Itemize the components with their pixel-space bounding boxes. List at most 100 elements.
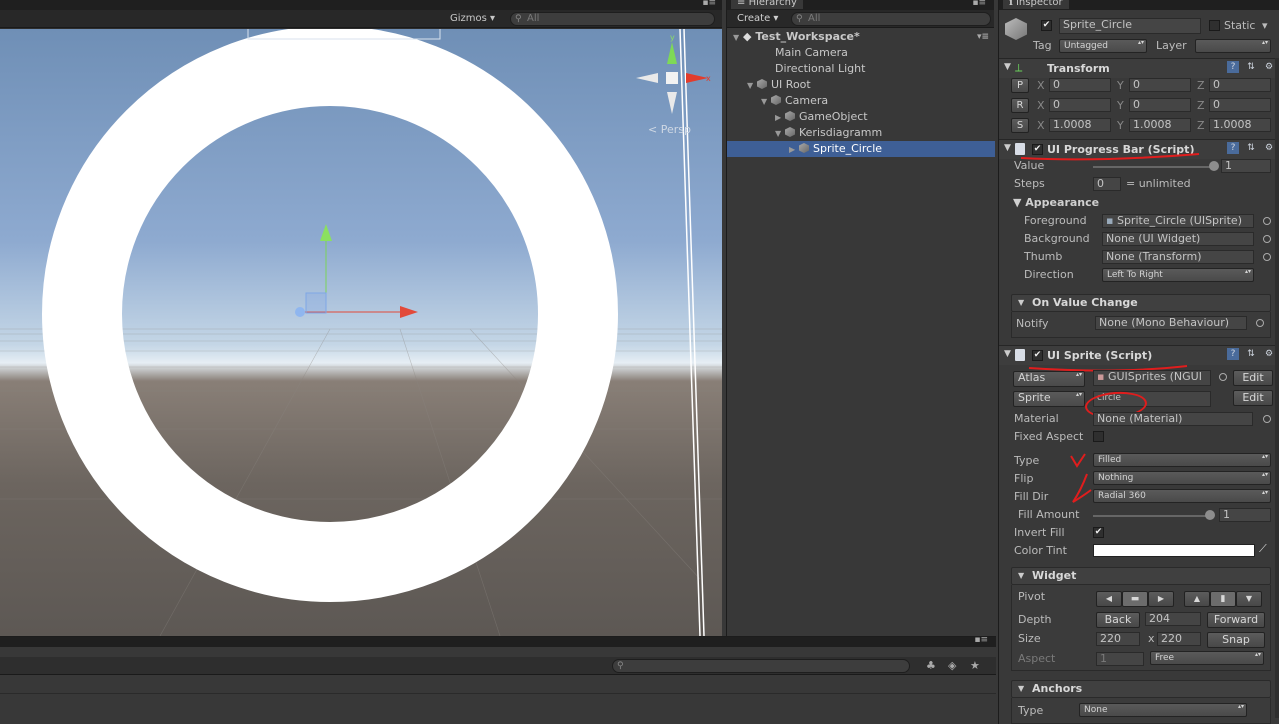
preset-icon[interactable]: ⇅ (1245, 61, 1257, 73)
object-name-field[interactable]: Sprite_Circle (1059, 18, 1201, 34)
panel-menu-icon[interactable]: ▪≡ (702, 0, 716, 8)
gear-icon[interactable]: ⚙ (1263, 348, 1275, 360)
size-height-field[interactable]: 220 (1157, 632, 1201, 646)
hierarchy-item-main-camera[interactable]: Main Camera (727, 45, 995, 61)
value-slider[interactable] (1093, 166, 1213, 168)
invert-fill-checkbox[interactable]: ✔ (1093, 527, 1104, 538)
foldout-arrow-icon[interactable]: ▼ (1004, 143, 1011, 153)
object-picker-icon[interactable] (1263, 253, 1271, 261)
persp-label[interactable]: < Persp (648, 123, 691, 136)
background-field[interactable]: None (UI Widget) (1102, 232, 1254, 246)
transform-y-field[interactable]: 1.0008 (1129, 118, 1191, 132)
transform-z-field[interactable]: 1.0008 (1209, 118, 1271, 132)
fill-amount-slider[interactable] (1093, 515, 1213, 517)
eyedropper-icon[interactable]: ⟋ (1259, 542, 1267, 556)
help-icon[interactable]: ? (1227, 142, 1239, 154)
foldout-arrow-icon[interactable]: ▼ (1004, 62, 1011, 72)
transform-y-field[interactable]: 0 (1129, 78, 1191, 92)
project-search-input[interactable] (612, 659, 910, 673)
help-icon[interactable]: ? (1227, 348, 1239, 360)
pivot-top-button[interactable]: ▲ (1184, 591, 1210, 607)
notify-field[interactable]: None (Mono Behaviour) (1095, 316, 1247, 330)
static-dropdown-icon[interactable]: ▾ (1262, 19, 1268, 32)
transform-reset-button-1[interactable]: R (1011, 98, 1029, 113)
lock-icon[interactable]: ▪≡ (972, 0, 986, 8)
object-picker-icon[interactable] (1263, 415, 1271, 423)
layer-dropdown[interactable] (1195, 39, 1271, 53)
create-dropdown[interactable]: Create ▾ (737, 12, 778, 26)
filter-label-icon[interactable]: ◈ (948, 659, 956, 672)
atlas-mode-dropdown[interactable]: Atlas (1013, 371, 1085, 387)
steps-field[interactable]: 0 (1093, 177, 1121, 191)
hierarchy-item-ui-root[interactable]: ▼ UI Root (727, 77, 995, 93)
object-picker-icon[interactable] (1263, 217, 1271, 225)
atlas-edit-button[interactable]: Edit (1233, 370, 1273, 386)
transform-x-field[interactable]: 0 (1049, 78, 1111, 92)
hierarchy-item-camera[interactable]: ▼ Camera (727, 93, 995, 109)
preset-icon[interactable]: ⇅ (1245, 348, 1257, 360)
tag-dropdown[interactable]: Untagged (1059, 39, 1147, 53)
appearance-foldout[interactable]: ▼ Appearance (1013, 196, 1099, 209)
widget-foldout[interactable]: Widget (1011, 567, 1271, 585)
transform-reset-button-0[interactable]: P (1011, 78, 1029, 93)
size-width-field[interactable]: 220 (1096, 632, 1140, 646)
transform-z-field[interactable]: 0 (1209, 78, 1271, 92)
favorite-icon[interactable]: ★ (970, 659, 980, 672)
transform-reset-button-2[interactable]: S (1011, 118, 1029, 133)
fill-dir-dropdown[interactable]: Radial 360 (1093, 489, 1271, 503)
transform-z-field[interactable]: 0 (1209, 98, 1271, 112)
direction-dropdown[interactable]: Left To Right (1102, 268, 1254, 282)
hierarchy-item-directional-light[interactable]: Directional Light (727, 61, 995, 77)
hierarchy-search-input[interactable]: All (791, 12, 991, 26)
gear-icon[interactable]: ⚙ (1263, 61, 1275, 73)
thumb-field[interactable]: None (Transform) (1102, 250, 1254, 264)
scene-root-row[interactable]: ▼ ◆ Test_Workspace* ▾≡ (727, 29, 995, 45)
object-picker-icon[interactable] (1256, 319, 1264, 327)
foldout-arrow-icon[interactable]: ▼ (1004, 349, 1011, 359)
material-field[interactable]: None (Material) (1093, 412, 1253, 426)
fill-amount-field[interactable]: 1 (1219, 508, 1271, 522)
flip-dropdown[interactable]: Nothing (1093, 471, 1271, 485)
depth-forward-button[interactable]: Forward (1207, 612, 1265, 628)
value-field[interactable]: 1 (1221, 159, 1271, 173)
pivot-center-button[interactable]: ▬ (1122, 591, 1148, 607)
transform-y-field[interactable]: 0 (1129, 98, 1191, 112)
type-dropdown[interactable]: Filled (1093, 453, 1271, 467)
hierarchy-item-sprite-circle[interactable]: ▶ Sprite_Circle (727, 141, 995, 157)
help-icon[interactable]: ? (1227, 61, 1239, 73)
tab-hierarchy[interactable]: ≡ Hierarchy (731, 0, 803, 9)
transform-header[interactable]: ▼ ⟂ Transform ? ⇅ ⚙ (999, 58, 1279, 78)
pivot-left-button[interactable]: ◀ (1096, 591, 1122, 607)
fixed-aspect-checkbox[interactable] (1093, 431, 1104, 442)
gear-icon[interactable]: ⚙ (1263, 142, 1275, 154)
aspect-mode-dropdown[interactable]: Free (1150, 651, 1264, 665)
color-tint-swatch[interactable] (1093, 544, 1255, 557)
sprite-mode-dropdown[interactable]: Sprite (1013, 391, 1085, 407)
transform-x-field[interactable]: 0 (1049, 98, 1111, 112)
fill-amount-slider-thumb[interactable] (1205, 510, 1215, 520)
pivot-middle-button[interactable]: ▮ (1210, 591, 1236, 607)
active-checkbox[interactable]: ✔ (1041, 20, 1052, 31)
object-picker-icon[interactable] (1219, 373, 1227, 381)
gizmos-dropdown[interactable]: Gizmos ▾ (450, 10, 495, 28)
anchor-type-dropdown[interactable]: None (1079, 703, 1247, 717)
lock-icon[interactable]: ▪≡ (974, 635, 988, 645)
value-slider-thumb[interactable] (1209, 161, 1219, 171)
scene-search-input[interactable]: All (510, 12, 715, 26)
static-label[interactable]: Static (1224, 19, 1255, 32)
transform-x-field[interactable]: 1.0008 (1049, 118, 1111, 132)
pivot-bottom-button[interactable]: ▼ (1236, 591, 1262, 607)
object-picker-icon[interactable] (1263, 235, 1271, 243)
depth-field[interactable]: 204 (1145, 612, 1201, 626)
foreground-field[interactable]: ▪ Sprite_Circle (UISprite) (1102, 214, 1254, 228)
depth-back-button[interactable]: Back (1096, 612, 1140, 628)
sprite-edit-button[interactable]: Edit (1233, 390, 1273, 406)
inspector-scrollbar[interactable] (1275, 58, 1279, 718)
scene-viewport[interactable]: y x < Persp (0, 29, 722, 636)
filter-type-icon[interactable]: ♣ (926, 659, 936, 672)
snap-button[interactable]: Snap (1207, 632, 1265, 648)
scene-menu-icon[interactable]: ▾≡ (977, 29, 989, 45)
static-checkbox[interactable] (1209, 20, 1220, 31)
pivot-right-button[interactable]: ▶ (1148, 591, 1174, 607)
anchors-foldout[interactable]: Anchors (1011, 680, 1271, 698)
